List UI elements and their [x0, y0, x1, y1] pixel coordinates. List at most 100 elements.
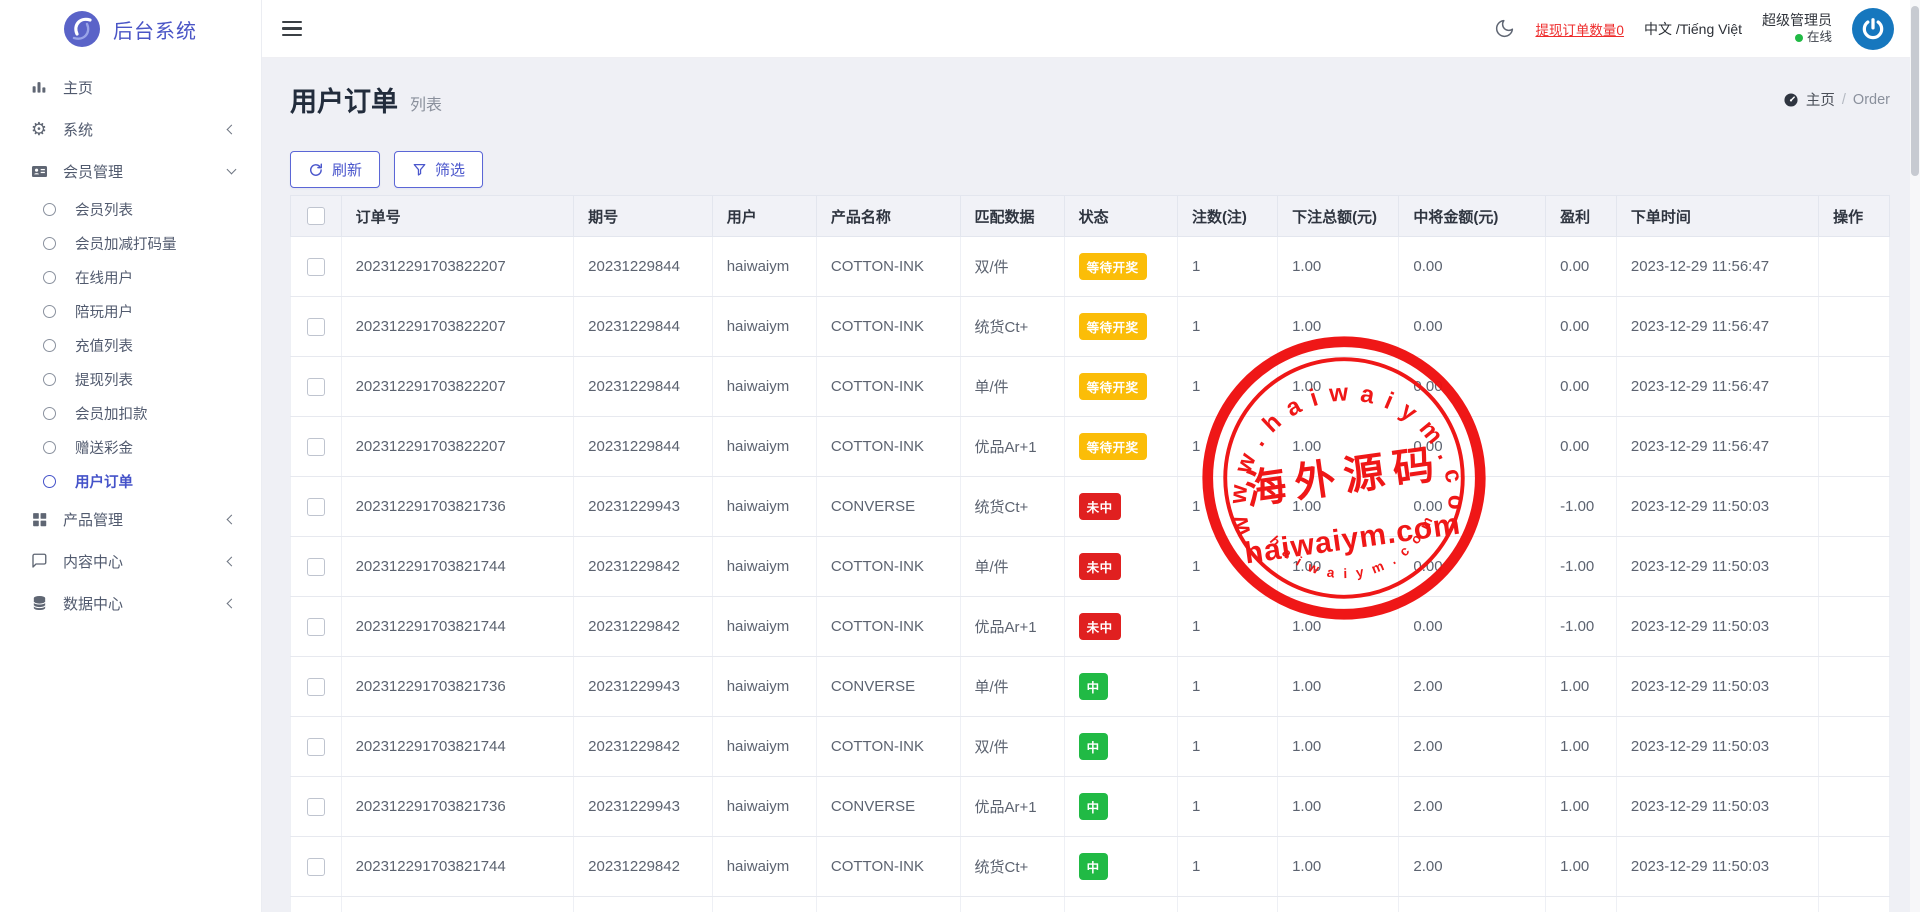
cell-status: 等待开奖: [1064, 297, 1177, 357]
sidebar-item-label: 用户订单: [75, 471, 133, 492]
grid-icon: [28, 511, 50, 528]
row-checkbox[interactable]: [307, 498, 325, 516]
table-row: 20231229170382220720231229844haiwaiymCOT…: [291, 297, 1890, 357]
sidebar-item-content-center[interactable]: 内容中心: [0, 540, 261, 582]
row-checkbox[interactable]: [307, 678, 325, 696]
cell-product: CONVERSE: [816, 477, 960, 537]
cell-profit: -1.00: [1546, 477, 1617, 537]
sidebar-toggle-icon[interactable]: [282, 17, 302, 40]
sidebar-item-online-users[interactable]: 在线用户: [0, 260, 261, 294]
circle-icon: [38, 305, 60, 318]
cell-total: 1.00: [1278, 717, 1399, 777]
sidebar-item-member-mgmt[interactable]: 会员管理: [0, 150, 261, 192]
sidebar-item-product-mgmt[interactable]: 产品管理: [0, 498, 261, 540]
cell-bets: 1: [1177, 417, 1277, 477]
cell-time: 2023-12-29 11:50:03: [1616, 597, 1818, 657]
sidebar-item-gift-bonus[interactable]: 赠送彩金: [0, 430, 261, 464]
dark-mode-toggle[interactable]: [1494, 18, 1515, 39]
row-checkbox[interactable]: [307, 618, 325, 636]
scrollbar-thumb[interactable]: [1911, 6, 1919, 176]
cell-status: 中: [1064, 717, 1177, 777]
cell-total: 1.00: [1278, 417, 1399, 477]
id-card-icon: [28, 162, 50, 181]
cell-match: 单/件: [960, 537, 1064, 597]
cell-bets: 1: [1177, 537, 1277, 597]
row-checkbox[interactable]: [307, 558, 325, 576]
cell-time: 2023-12-29 11:50:03: [1616, 537, 1818, 597]
cell-action: [1819, 657, 1890, 717]
row-checkbox[interactable]: [307, 258, 325, 276]
table-row: 20231229170382220720231229844haiwaiymCOT…: [291, 417, 1890, 477]
withdraw-order-count-alert[interactable]: 提现订单数量0: [1535, 19, 1624, 39]
col-header-win: 中将金额(元): [1399, 196, 1546, 237]
cell-user: haiwaiym: [712, 417, 816, 477]
cell-action: [1819, 837, 1890, 897]
cell-match: 双/件: [960, 237, 1064, 297]
sidebar-item-data-center[interactable]: 数据中心: [0, 582, 261, 624]
cell-status: 等待开奖: [1064, 237, 1177, 297]
table-row: 20231229170382173620231229943haiwaiymCON…: [291, 657, 1890, 717]
cell-status: 等待开奖: [1064, 357, 1177, 417]
cell-action: [1819, 537, 1890, 597]
row-checkbox[interactable]: [307, 438, 325, 456]
cell-order_no: 202312291703822207: [341, 237, 574, 297]
chart-bar-icon: [28, 78, 50, 96]
status-badge: 未中: [1079, 613, 1121, 640]
cell-win: 0.00: [1399, 477, 1546, 537]
table-row: 20231229170382220720231229844haiwaiymCOT…: [291, 357, 1890, 417]
sidebar-item-member-code-adjust[interactable]: 会员加减打码量: [0, 226, 261, 260]
row-checkbox[interactable]: [307, 858, 325, 876]
cell-checkbox: [291, 297, 342, 357]
filter-button[interactable]: 筛选: [394, 151, 483, 188]
sidebar-item-recharge-list[interactable]: 充值列表: [0, 328, 261, 362]
sidebar-item-system[interactable]: ⚙系统: [0, 108, 261, 150]
sidebar-item-member-list[interactable]: 会员列表: [0, 192, 261, 226]
app-logo[interactable]: 后台系统: [0, 0, 261, 58]
moon-icon: [1494, 18, 1515, 39]
cell-win: 2.00: [1399, 657, 1546, 717]
row-checkbox[interactable]: [307, 318, 325, 336]
sidebar-item-play-users[interactable]: 陪玩用户: [0, 294, 261, 328]
select-all-checkbox[interactable]: [307, 207, 325, 225]
table-row: 20231229170382173620231229943haiwaiymCON…: [291, 477, 1890, 537]
cell-action: [1819, 297, 1890, 357]
sidebar-item-withdraw-list[interactable]: 提现列表: [0, 362, 261, 396]
language-switcher[interactable]: 中文 /Tiếng Việt: [1644, 19, 1742, 39]
admin-info[interactable]: 超级管理员 在线: [1762, 11, 1832, 45]
sidebar-item-label: 在线用户: [75, 267, 133, 288]
cell-period: 20231229943: [574, 897, 713, 912]
page-subtitle: 列表: [410, 91, 442, 115]
sidebar-item-label: 提现列表: [75, 369, 133, 390]
cell-time: 2023-12-29 11:50:03: [1616, 657, 1818, 717]
cell-match: 单/件: [960, 357, 1064, 417]
cell-profit: 0.00: [1546, 357, 1617, 417]
table-row: 20231229170382174420231229842haiwaiymCOT…: [291, 597, 1890, 657]
sidebar-item-user-orders[interactable]: 用户订单: [0, 464, 261, 498]
app-logo-icon: [64, 11, 100, 47]
row-checkbox[interactable]: [307, 738, 325, 756]
breadcrumb-home[interactable]: 主页: [1806, 89, 1835, 110]
cell-profit: 1.00: [1546, 837, 1617, 897]
circle-icon: [38, 441, 60, 454]
sidebar-item-member-adjust-fund[interactable]: 会员加扣款: [0, 396, 261, 430]
refresh-button[interactable]: 刷新: [290, 151, 380, 188]
cell-product: COTTON-INK: [816, 417, 960, 477]
cell-checkbox: [291, 417, 342, 477]
row-checkbox[interactable]: [307, 798, 325, 816]
status-badge: 等待开奖: [1079, 433, 1147, 460]
col-header-profit: 盈利: [1546, 196, 1617, 237]
breadcrumb: 主页 / Order: [1783, 89, 1890, 110]
avatar[interactable]: [1852, 8, 1894, 50]
sidebar-item-label: 充值列表: [75, 335, 133, 356]
cell-period: 20231229844: [574, 417, 713, 477]
cell-user: haiwaiym: [712, 237, 816, 297]
row-checkbox[interactable]: [307, 378, 325, 396]
col-header-time: 下单时间: [1616, 196, 1818, 237]
cell-match: 统货Ct+: [960, 477, 1064, 537]
sidebar-item-home[interactable]: 主页: [0, 66, 261, 108]
cell-match: 统货Ct+: [960, 297, 1064, 357]
cell-period: 20231229844: [574, 357, 713, 417]
cell-checkbox: [291, 657, 342, 717]
cell-time: 2023-12-29 11:56:47: [1616, 297, 1818, 357]
cell-period: 20231229943: [574, 777, 713, 837]
